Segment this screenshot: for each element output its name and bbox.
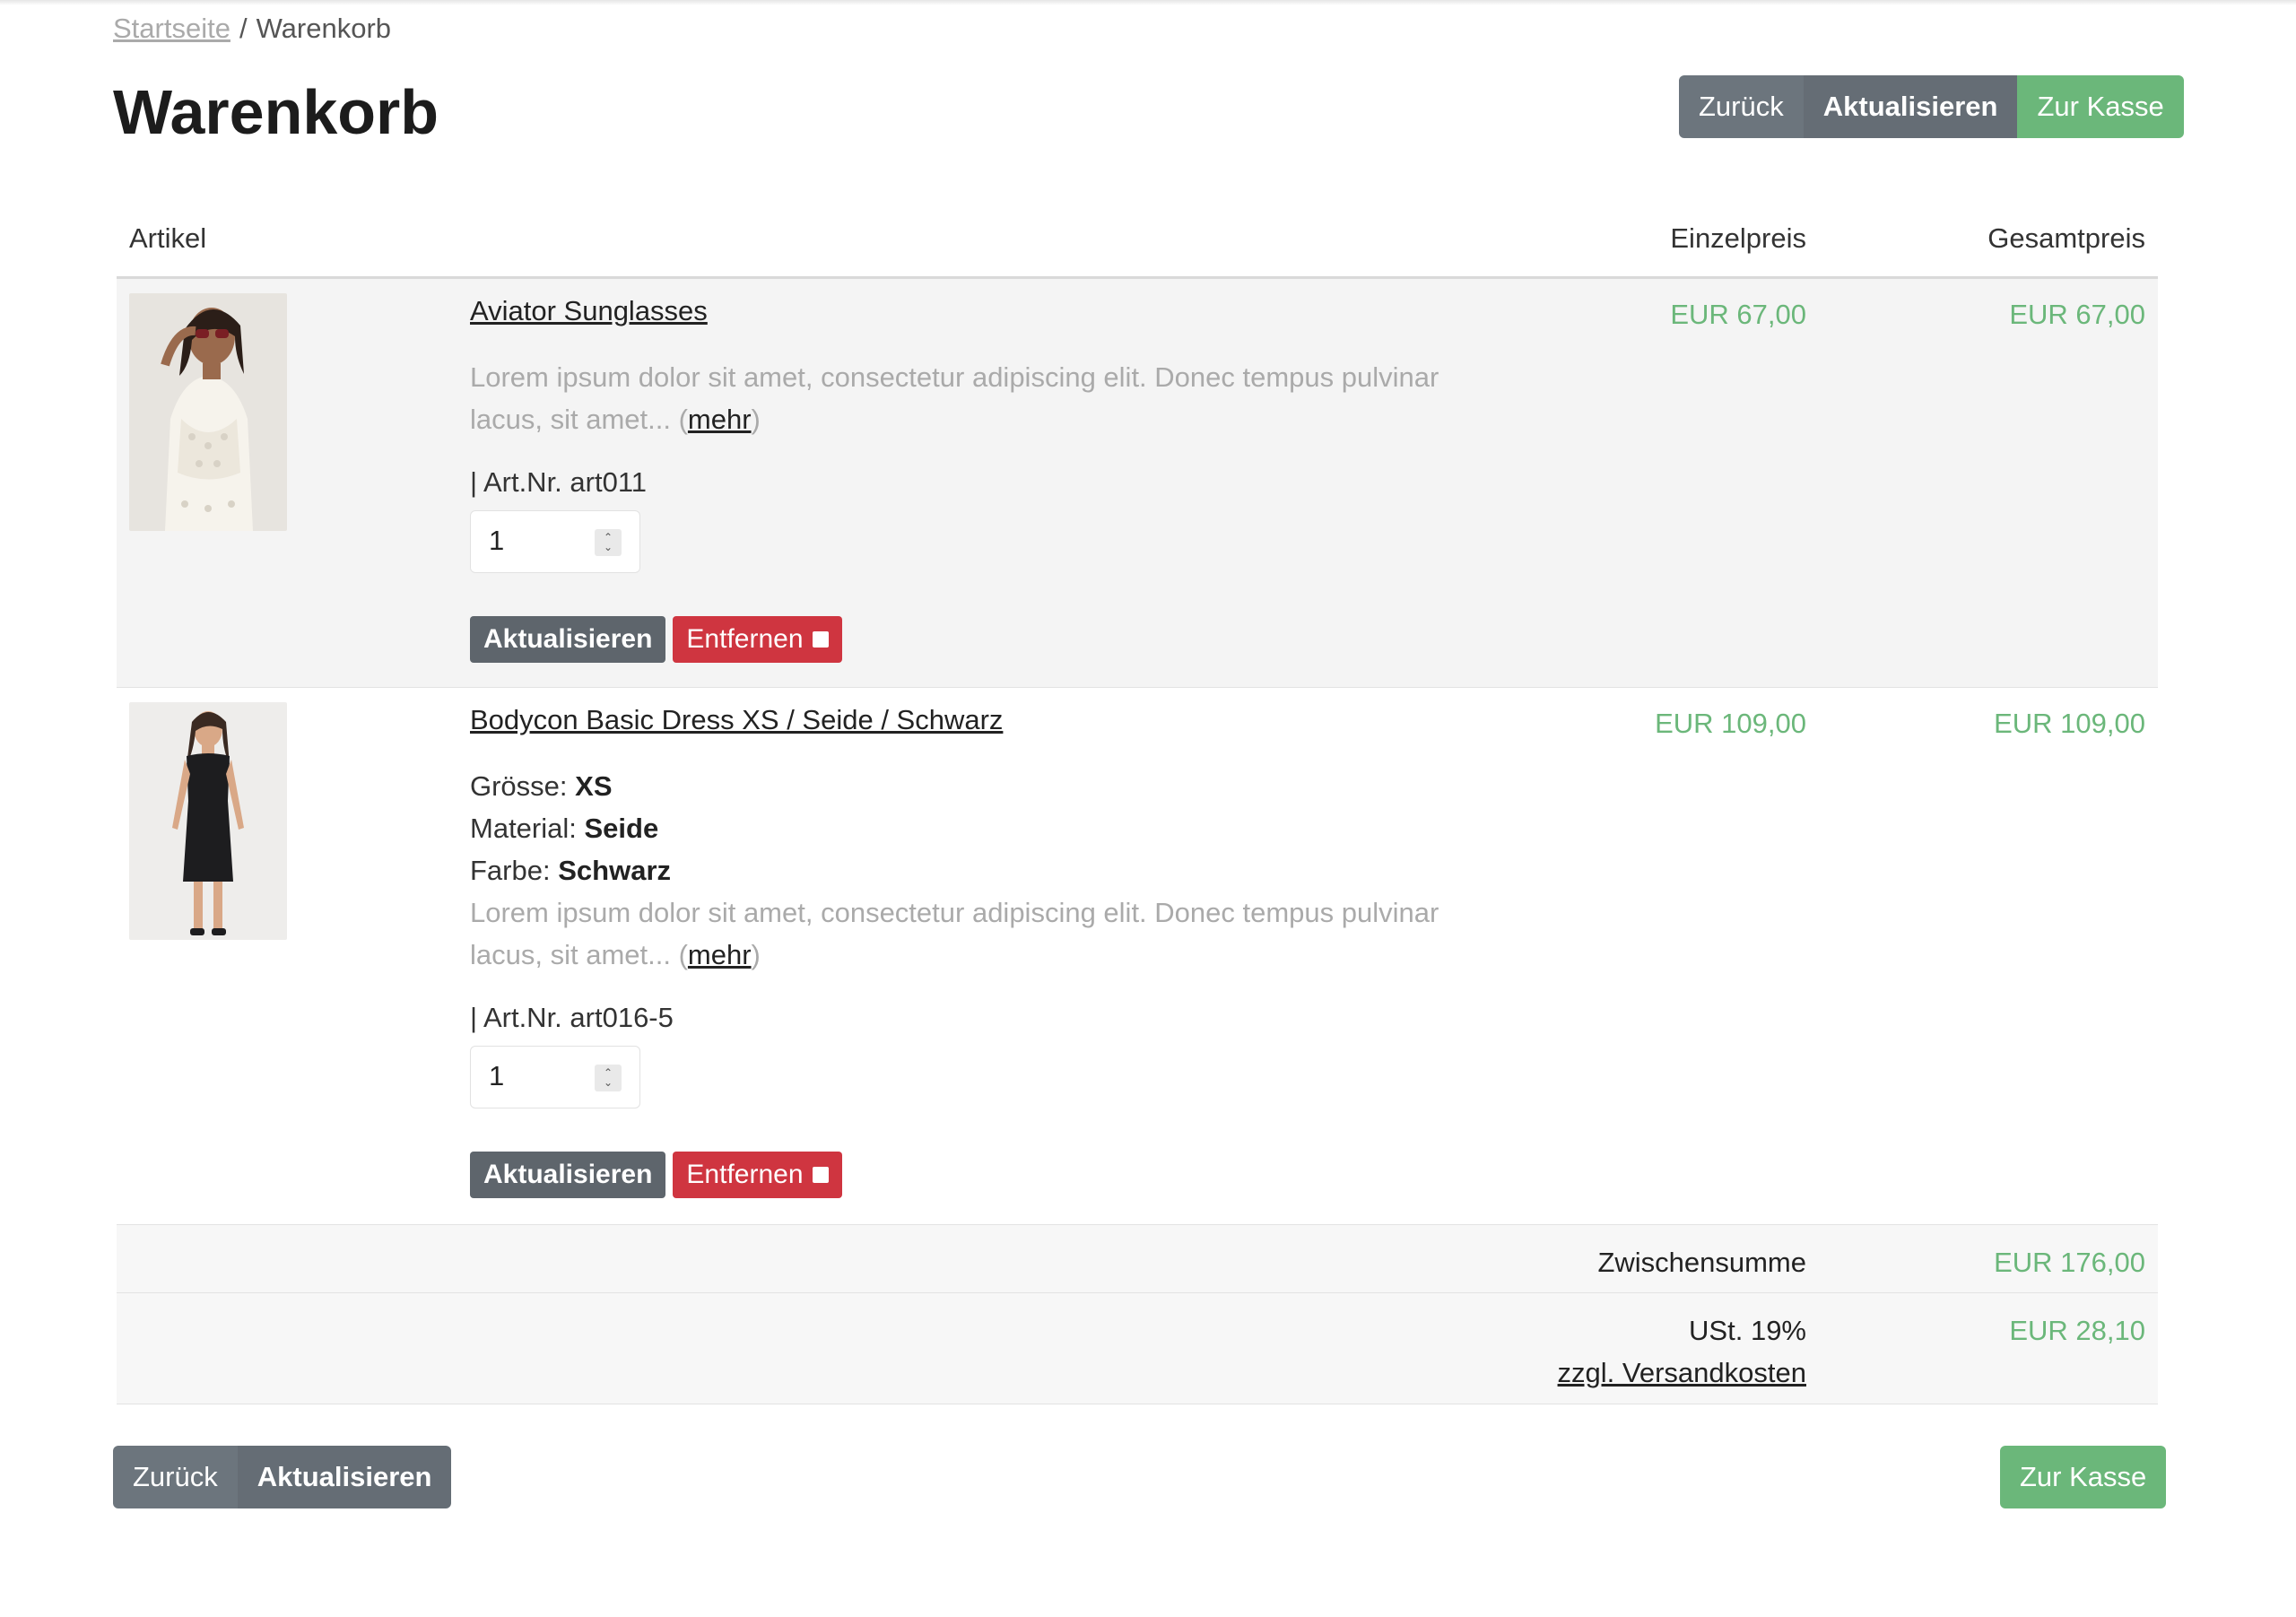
top-action-buttons: Zurück Aktualisieren Zur Kasse <box>1679 75 2184 138</box>
quantity-stepper[interactable]: ⌃⌄ <box>470 510 640 573</box>
article-number: | Art.Nr. art016-5 <box>470 1002 674 1033</box>
breadcrumb: Startseite / Warenkorb <box>113 11 391 47</box>
attribute-color: Farbe: Schwarz <box>470 855 672 886</box>
tax-row: USt. 19% zzgl. Versandkosten EUR 28,10 <box>117 1293 2158 1404</box>
shipping-costs-link[interactable]: zzgl. Versandkosten <box>1558 1357 1806 1388</box>
checkout-button[interactable]: Zur Kasse <box>2000 1446 2167 1508</box>
bottom-checkout-group: Zur Kasse <box>2000 1446 2167 1508</box>
spinner-icon[interactable]: ⌃ ⌄ <box>595 1065 622 1091</box>
column-header-item: Artikel <box>129 222 207 254</box>
product-attributes: Grösse: XS Material: Seide Farbe: Schwar… <box>470 765 1501 891</box>
column-header-total-price: Gesamtpreis <box>1987 222 2145 254</box>
article-number: | Art.Nr. art011 <box>470 466 648 498</box>
breadcrumb-current: Warenkorb <box>256 13 392 44</box>
checkout-button[interactable]: Zur Kasse <box>2017 75 2184 138</box>
table-header: Artikel Einzelpreis Gesamtpreis <box>117 203 2158 279</box>
cart-item-details: Aviator Sunglasses Lorem ipsum dolor sit… <box>470 291 1501 663</box>
page-title: Warenkorb <box>113 77 439 147</box>
remove-checkbox-icon[interactable] <box>812 631 829 648</box>
subtotal-label: Zwischensumme <box>1597 1247 1806 1278</box>
bottom-action-buttons: Zurück Aktualisieren <box>113 1446 452 1508</box>
cart-item-row: Bodycon Basic Dress XS / Seide / Schwarz… <box>117 688 2158 1225</box>
unit-price: EUR 109,00 <box>1655 708 1806 739</box>
subtotal-value: EUR 176,00 <box>1994 1247 2145 1278</box>
item-actions: Aktualisieren Entfernen <box>470 1152 1501 1198</box>
product-description: Lorem ipsum dolor sit amet, consectetur … <box>470 897 1439 970</box>
tax-value: EUR 28,10 <box>2009 1315 2145 1346</box>
product-image-sunglasses[interactable] <box>129 293 287 531</box>
top-shadow <box>0 0 2296 5</box>
breadcrumb-separator: / <box>239 13 248 44</box>
spinner-icon[interactable]: ⌃ ⌄ <box>595 529 622 556</box>
more-link[interactable]: mehr <box>688 404 752 435</box>
quantity-input[interactable] <box>487 1059 580 1093</box>
quantity-input[interactable] <box>487 524 580 558</box>
remove-item-button[interactable]: Entfernen <box>673 616 842 663</box>
product-name-link[interactable]: Aviator Sunglasses <box>470 291 708 331</box>
total-price: EUR 109,00 <box>1994 708 2145 739</box>
back-button[interactable]: Zurück <box>1679 75 1804 138</box>
back-button[interactable]: Zurück <box>113 1446 238 1508</box>
cart-table: Artikel Einzelpreis Gesamtpreis Aviator … <box>117 203 2158 1404</box>
update-cart-button[interactable]: Aktualisieren <box>1803 75 2018 138</box>
product-name-link[interactable]: Bodycon Basic Dress XS / Seide / Schwarz <box>470 700 1003 740</box>
quantity-stepper[interactable]: ⌃⌄ <box>470 1046 640 1108</box>
item-actions: Aktualisieren Entfernen <box>470 616 1501 663</box>
total-price: EUR 67,00 <box>2009 299 2145 330</box>
cart-item-row: Aviator Sunglasses Lorem ipsum dolor sit… <box>117 279 2158 688</box>
attribute-size: Grösse: XS <box>470 770 613 802</box>
update-item-button[interactable]: Aktualisieren <box>470 616 666 663</box>
update-cart-button[interactable]: Aktualisieren <box>237 1446 452 1508</box>
subtotal-row: Zwischensumme EUR 176,00 <box>117 1225 2158 1293</box>
breadcrumb-home-link[interactable]: Startseite <box>113 13 230 44</box>
remove-item-button[interactable]: Entfernen <box>673 1152 842 1198</box>
update-item-button[interactable]: Aktualisieren <box>470 1152 666 1198</box>
remove-checkbox-icon[interactable] <box>812 1167 829 1183</box>
product-image-dress[interactable] <box>129 702 287 940</box>
cart-item-details: Bodycon Basic Dress XS / Seide / Schwarz… <box>470 700 1501 1198</box>
attribute-material: Material: Seide <box>470 813 659 844</box>
unit-price: EUR 67,00 <box>1670 299 1806 330</box>
product-description: Lorem ipsum dolor sit amet, consectetur … <box>470 361 1439 435</box>
column-header-unit-price: Einzelpreis <box>1670 222 1806 254</box>
more-link[interactable]: mehr <box>688 939 752 970</box>
tax-label: USt. 19% <box>1689 1315 1806 1346</box>
tax-label-block: USt. 19% zzgl. Versandkosten <box>1558 1309 1806 1394</box>
